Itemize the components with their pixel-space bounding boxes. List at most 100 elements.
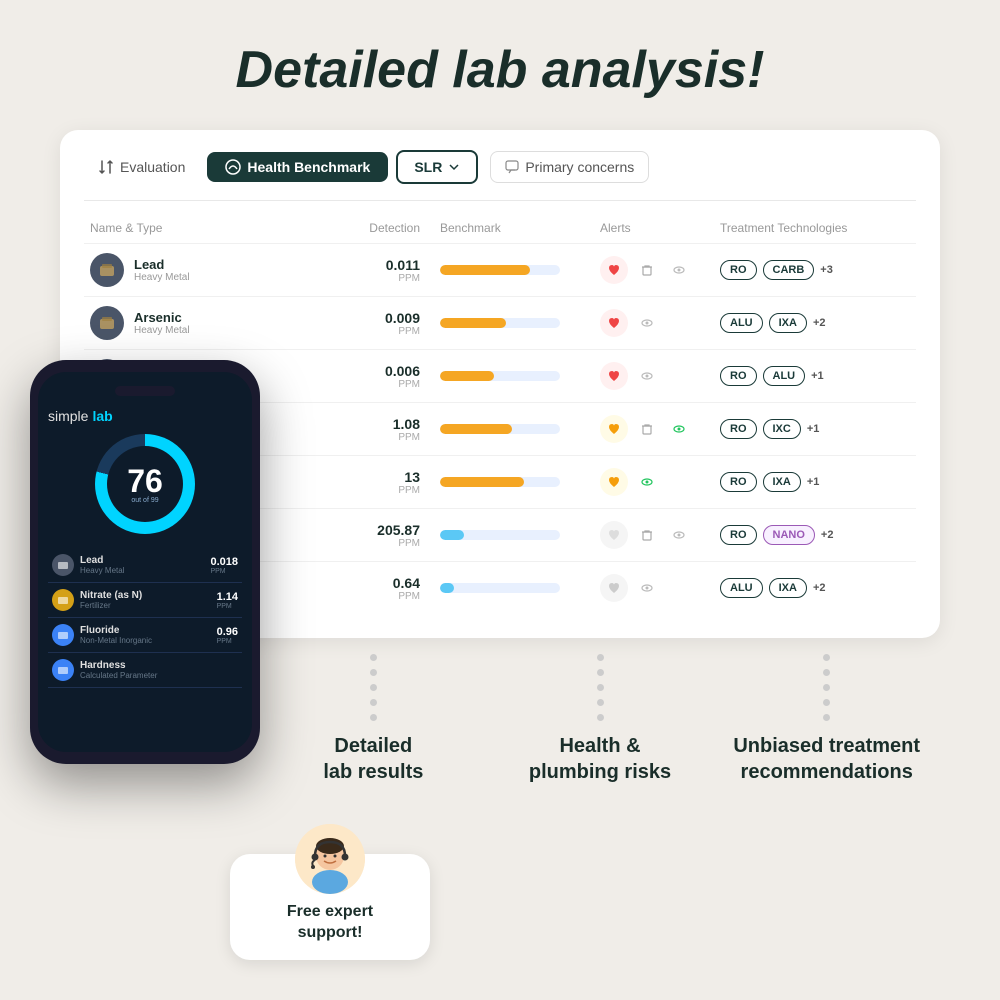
treatment-badge-carb[interactable]: CARB — [763, 260, 815, 280]
benchmark-bar-container — [440, 265, 560, 275]
treatment-badge-ro[interactable]: RO — [720, 419, 757, 439]
feature-unbiased: Unbiased treatmentrecommendations — [713, 650, 940, 785]
benchmark-bar-container — [440, 318, 560, 328]
treatment-more: +1 — [811, 370, 824, 382]
benchmark-bar-fill — [440, 477, 524, 487]
contam-icon — [90, 253, 124, 287]
benchmark-bar-container — [440, 583, 560, 593]
phone-item-info: Lead Heavy Metal — [80, 555, 124, 575]
eye-icon — [634, 310, 660, 336]
dot — [370, 714, 377, 721]
benchmark-cell — [440, 424, 600, 434]
phone-item-value: 0.018 PPM — [210, 556, 238, 575]
phone-list: Lead Heavy Metal 0.018 PPM Nitrate (as N… — [48, 548, 242, 688]
phone-item-info: Nitrate (as N) Fertilizer — [80, 590, 142, 610]
trash-icon — [634, 522, 660, 548]
treatment-badge-ro[interactable]: RO — [720, 472, 757, 492]
detection-cell: 0.64PPM — [310, 575, 440, 602]
phone-list-item: Lead Heavy Metal 0.018 PPM — [48, 548, 242, 583]
phone-item-name: Fluoride — [80, 625, 152, 636]
phone-item-info: Hardness Calculated Parameter — [80, 660, 157, 680]
logo-lab: lab — [92, 408, 112, 424]
page-title: Detailed lab analysis! — [0, 0, 1000, 130]
logo-simple: simple — [48, 408, 88, 424]
detection-unit: PPM — [310, 273, 420, 284]
dots-health — [487, 650, 714, 721]
tab-evaluation-label: Evaluation — [120, 159, 185, 175]
expert-avatar — [295, 824, 365, 894]
detection-unit: PPM — [310, 591, 420, 602]
dot — [370, 669, 377, 676]
tab-evaluation[interactable]: Evaluation — [84, 152, 199, 182]
phone-item-left: Lead Heavy Metal — [52, 554, 124, 576]
treatment-more: +3 — [820, 264, 833, 276]
dot — [370, 699, 377, 706]
benchmark-bar-container — [440, 424, 560, 434]
contam-info: ArsenicHeavy Metal — [134, 310, 190, 336]
phone-mockup: simplelab 76 out of 99 Lead Heavy Metal … — [30, 360, 260, 764]
phone-item-left: Hardness Calculated Parameter — [52, 659, 157, 681]
benchmark-cell — [440, 583, 600, 593]
alerts-cell — [600, 521, 720, 549]
phone-list-item: Hardness Calculated Parameter — [48, 653, 242, 688]
dot — [597, 684, 604, 691]
feature-health: Health &plumbing risks — [487, 650, 714, 785]
tab-health-label: Health Benchmark — [247, 159, 370, 175]
tab-health-benchmark[interactable]: Health Benchmark — [207, 152, 388, 182]
feature-unbiased-title: Unbiased treatmentrecommendations — [713, 733, 940, 785]
col-name: Name & Type — [90, 221, 310, 235]
treatment-badge-ro[interactable]: RO — [720, 366, 757, 386]
treatment-badge-ixc[interactable]: IXC — [763, 419, 801, 439]
treatments-cell: ALU IXA +2 — [720, 313, 910, 333]
dot — [370, 654, 377, 661]
eye-icon — [666, 416, 692, 442]
heart-placeholder-icon — [600, 521, 628, 549]
phone-screen: simplelab 76 out of 99 Lead Heavy Metal … — [38, 372, 252, 752]
treatment-badge-alu[interactable]: ALU — [720, 313, 763, 333]
tab-slr-label: SLR — [414, 159, 442, 175]
dot — [597, 654, 604, 661]
tab-primary-label: Primary concerns — [525, 159, 634, 175]
dot — [823, 714, 830, 721]
dots-detailed — [260, 650, 487, 721]
phone-item-value: 0.96 PPM — [217, 626, 238, 645]
treatment-badge-ro[interactable]: RO — [720, 260, 757, 280]
dots-unbiased — [713, 650, 940, 721]
treatments-cell: ROIXA+1 — [720, 472, 910, 492]
treatment-badge-ro[interactable]: RO — [720, 525, 757, 545]
benchmark-bar-container — [440, 371, 560, 381]
dot — [370, 684, 377, 691]
col-treatments: Treatment Technologies — [720, 221, 910, 235]
treatment-badge-ixa[interactable]: IXA — [769, 578, 807, 598]
feature-health-title: Health &plumbing risks — [487, 733, 714, 785]
detection-cell: 0.011PPM — [310, 257, 440, 284]
treatment-more: +2 — [813, 317, 826, 329]
benchmark-cell — [440, 371, 600, 381]
detection-cell: 13PPM — [310, 469, 440, 496]
detection-unit: PPM — [310, 379, 420, 390]
heart-alert-icon — [600, 468, 628, 496]
contam-name-cell: LeadHeavy Metal — [90, 253, 310, 287]
tab-slr[interactable]: SLR — [396, 150, 478, 184]
dot — [597, 669, 604, 676]
tab-primary-concerns[interactable]: Primary concerns — [490, 151, 649, 183]
alerts-cell — [600, 309, 720, 337]
col-detection: Detection — [310, 221, 440, 235]
phone-item-type: Fertilizer — [80, 601, 142, 610]
tab-bar: Evaluation Health Benchmark SLR Primary … — [84, 150, 916, 201]
treatment-badge-ixa[interactable]: IXA — [763, 472, 801, 492]
detection-cell: 205.87PPM — [310, 522, 440, 549]
sort-icon — [98, 159, 114, 175]
expert-bubble: Free expertsupport! — [230, 854, 430, 960]
phone-item-val-num: 0.018 — [210, 556, 238, 568]
treatment-badge-alu[interactable]: ALU — [720, 578, 763, 598]
speedometer-icon — [225, 159, 241, 175]
treatment-badge-ixa[interactable]: IXA — [769, 313, 807, 333]
score-number: 76 — [127, 465, 163, 497]
benchmark-bar-fill — [440, 318, 506, 328]
treatment-badge-alu[interactable]: ALU — [763, 366, 806, 386]
phone-item-icon — [52, 589, 74, 611]
benchmark-bar-container — [440, 530, 560, 540]
dot — [823, 654, 830, 661]
treatment-badge-nano[interactable]: NANO — [763, 525, 815, 545]
